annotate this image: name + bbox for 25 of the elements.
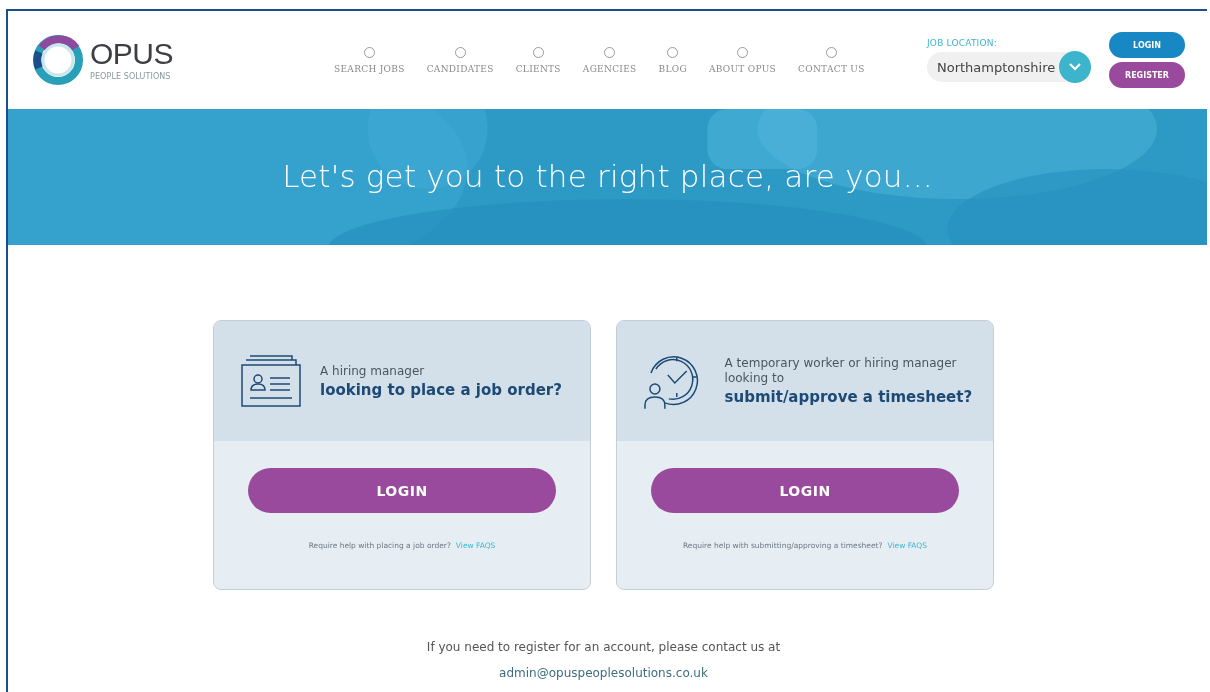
email-link[interactable]: admin@opuspeoplesolutions.co.uk xyxy=(499,666,708,680)
nav-link[interactable]: CANDIDATES xyxy=(426,63,494,74)
location-dropdown[interactable]: Northamptonshire xyxy=(927,52,1091,82)
login-button[interactable]: LOGIN xyxy=(1109,32,1185,58)
card-question: looking to place a job order? xyxy=(320,380,562,399)
card-intro: A temporary worker or hiring manager looking to xyxy=(724,356,958,386)
nav-link[interactable]: CLIENTS xyxy=(515,63,561,74)
logo-tagline: PEOPLE SOLUTIONS xyxy=(90,72,172,81)
card-question: submit/approve a timesheet? xyxy=(724,388,973,406)
logo-wordmark: OPUS xyxy=(90,39,174,69)
nav-link[interactable]: CONTACT US xyxy=(798,63,865,74)
nav-link[interactable]: SEARCH JOBS xyxy=(334,63,405,74)
card-intro: A hiring manager xyxy=(320,363,426,379)
nav-link[interactable]: ABOUT OPUS xyxy=(708,63,777,74)
job-location-label: JOB LOCATION: xyxy=(927,38,998,48)
chevron-down-icon xyxy=(1069,63,1081,71)
register-button[interactable]: REGISTER xyxy=(1109,62,1185,88)
nav-link[interactable]: AGENCIES xyxy=(582,63,637,74)
id-card-icon xyxy=(240,354,302,408)
nav-link[interactable]: BLOG xyxy=(658,63,687,74)
register-note: If you need to register for an account, please contact us at xyxy=(426,640,781,654)
logo-ring-icon xyxy=(30,32,86,88)
login-button[interactable]: LOGIN xyxy=(651,468,959,513)
login-button[interactable]: LOGIN xyxy=(248,468,556,513)
hero-heading: Let's get you to the right place, are you... xyxy=(282,158,933,196)
